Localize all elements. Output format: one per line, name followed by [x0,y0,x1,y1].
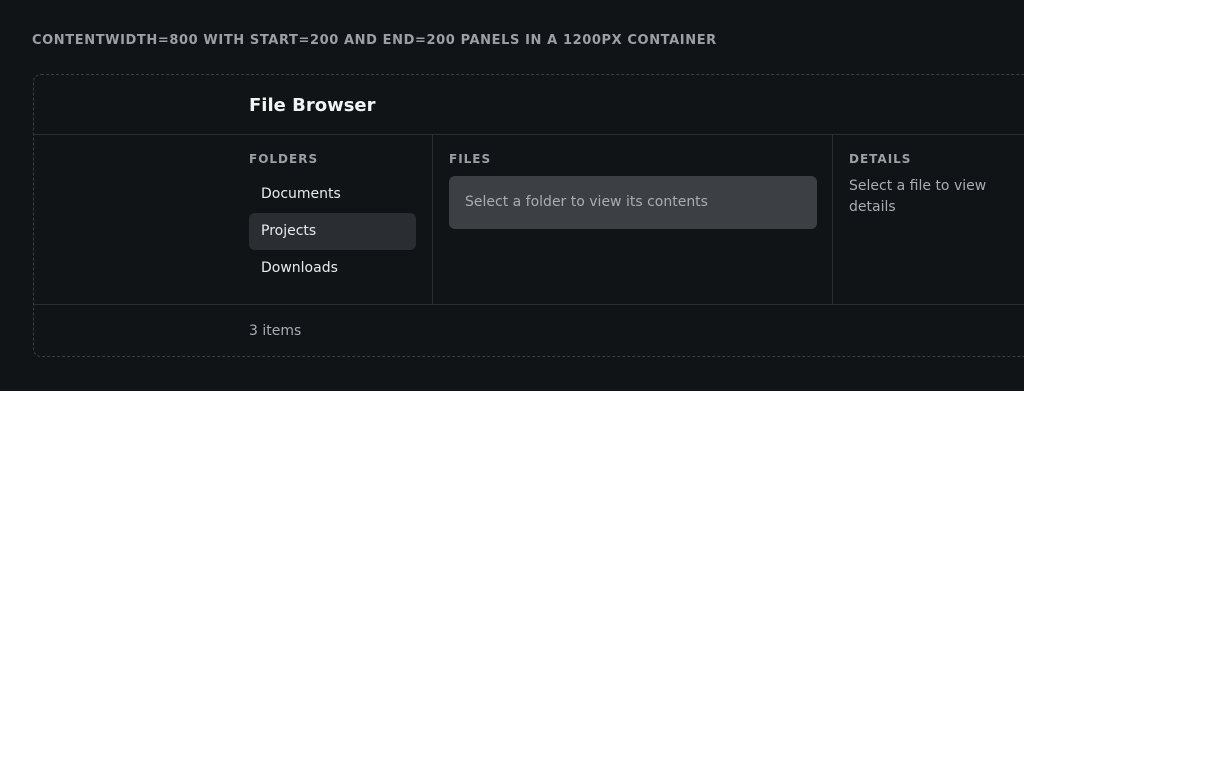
file-browser-container: File Browser Folders Documents Projects … [33,74,1024,357]
details-panel-title: Details [849,152,912,166]
files-empty-state: Select a folder to view its contents [449,176,817,229]
status-bar: 3 items [34,304,1024,357]
details-empty-state: Select a file to view details [849,178,987,215]
details-panel: Details Select a file to view details [833,134,1024,304]
folder-item-projects[interactable]: Projects [249,213,416,250]
page-title: File Browser [249,95,376,116]
folder-item-documents[interactable]: Documents [249,176,416,213]
files-panel-title: Files [449,152,492,166]
file-browser-header: File Browser [34,75,1024,135]
folders-panel: Folders Documents Projects Downloads [233,134,432,304]
stage: contentWidth=800 with start=200 and end=… [0,0,1024,391]
panels-row: Folders Documents Projects Downloads Fil… [34,134,1024,304]
demo-caption: contentWidth=800 with start=200 and end=… [32,33,717,48]
item-count: 3 items [249,323,302,339]
folders-panel-title: Folders [249,152,319,166]
files-panel: Files Select a folder to view its conten… [432,134,833,304]
folder-item-downloads[interactable]: Downloads [249,250,416,287]
folder-list: Documents Projects Downloads [249,176,416,287]
